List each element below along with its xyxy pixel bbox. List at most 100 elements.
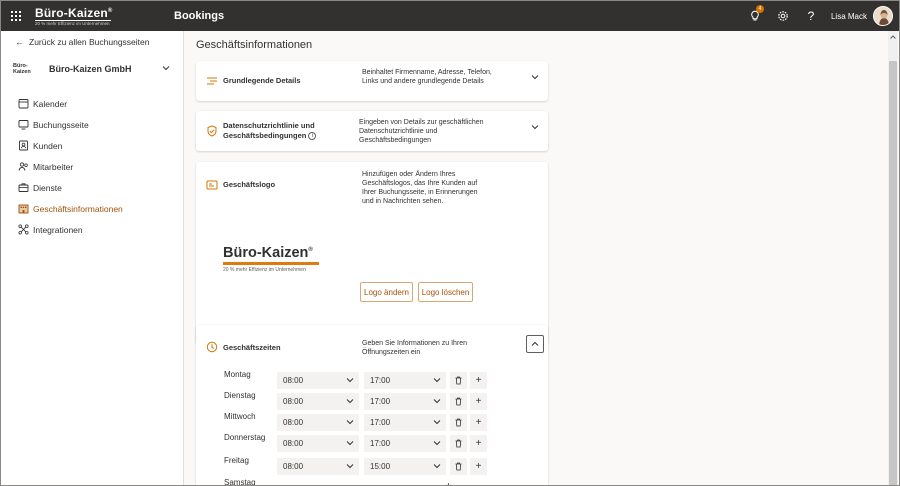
sidebar-item-geschaeftsinformationen[interactable]: Geschäftsinformationen bbox=[1, 198, 184, 219]
notifications-button[interactable]: 4 bbox=[741, 1, 769, 31]
start-time-value: 08:00 bbox=[283, 376, 304, 385]
delete-hours-button[interactable] bbox=[450, 372, 467, 389]
plus-icon: + bbox=[475, 461, 482, 472]
start-time-value: 08:00 bbox=[283, 418, 304, 427]
chevron-up-icon bbox=[531, 341, 539, 346]
logo-preview-name: Büro-Kaizen bbox=[223, 244, 309, 261]
chevron-down-icon bbox=[346, 399, 354, 404]
chevron-down-icon[interactable] bbox=[530, 72, 540, 82]
business-hours-card: Geschäftszeiten Geben Sie Informationen … bbox=[196, 325, 548, 486]
settings-button[interactable] bbox=[769, 1, 797, 31]
end-time-dropdown[interactable]: 17:00 bbox=[364, 414, 446, 431]
card-description: Geben Sie Informationen zu Ihren Öffnung… bbox=[362, 340, 468, 356]
start-time-value: 08:00 bbox=[283, 462, 304, 471]
end-time-dropdown[interactable]: 17:00 bbox=[364, 393, 446, 410]
delete-logo-button[interactable]: Logo löschen bbox=[418, 282, 473, 302]
add-hours-button[interactable]: + bbox=[470, 458, 487, 475]
end-time-value: 15:00 bbox=[370, 462, 391, 471]
trash-icon bbox=[455, 397, 462, 406]
end-time-dropdown[interactable]: 15:00 bbox=[364, 458, 446, 475]
sidebar-item-kalender[interactable]: Kalender bbox=[1, 93, 184, 114]
basic-details-card[interactable]: Grundlegende Details Beinhaltet Firmenna… bbox=[196, 61, 548, 101]
add-hours-button[interactable]: + bbox=[470, 435, 487, 452]
trash-icon bbox=[455, 462, 462, 471]
brand-name: Büro-Kaizen bbox=[35, 6, 108, 20]
end-time-value: 17:00 bbox=[370, 397, 391, 406]
start-time-dropdown[interactable]: 08:00 bbox=[277, 435, 359, 452]
scrollbar-thumb[interactable] bbox=[889, 61, 897, 485]
hours-row-freitag: Freitag 08:00 15:00 + bbox=[224, 456, 544, 475]
scroll-up-arrow-icon[interactable] bbox=[889, 33, 897, 41]
plus-icon: + bbox=[475, 417, 482, 428]
card-title: Geschäftszeiten bbox=[223, 343, 281, 352]
chevron-down-icon bbox=[346, 464, 354, 469]
privacy-terms-card[interactable]: Datenschutzrichtlinie und Geschäftsbedin… bbox=[196, 111, 548, 151]
logo-preview-tagline: 20 % mehr Effizienz im Unternehmen bbox=[223, 266, 306, 273]
business-logo-preview: Büro-Kaizen® 20 % mehr Effizienz im Unte… bbox=[223, 242, 333, 273]
plus-icon: + bbox=[475, 375, 482, 386]
card-description: Hinzufügen oder Ändern Ihres Geschäftslo… bbox=[362, 171, 478, 205]
end-time-value: 17:00 bbox=[370, 439, 391, 448]
add-hours-button[interactable]: + bbox=[440, 478, 457, 485]
plus-icon: + bbox=[475, 396, 482, 407]
page-scrollbar[interactable] bbox=[888, 31, 898, 485]
sidebar-item-dienste[interactable]: Dienste bbox=[1, 177, 184, 198]
chevron-down-icon[interactable] bbox=[530, 122, 540, 132]
user-photo-icon bbox=[874, 7, 892, 25]
add-hours-button[interactable]: + bbox=[470, 372, 487, 389]
add-hours-button[interactable]: + bbox=[470, 393, 487, 410]
card-title: Datenschutzrichtlinie und Geschäftsbedin… bbox=[223, 121, 323, 141]
sidebar-item-buchungsseite[interactable]: Buchungsseite bbox=[1, 114, 184, 135]
avatar[interactable] bbox=[873, 6, 893, 26]
plus-icon: + bbox=[446, 481, 452, 485]
start-time-value: 08:00 bbox=[283, 397, 304, 406]
day-label: Dienstag bbox=[224, 391, 256, 400]
delete-hours-button[interactable] bbox=[450, 393, 467, 410]
business-name: Büro-Kaizen GmbH bbox=[49, 64, 132, 74]
privacy-title-text: Datenschutzrichtlinie und Geschäftsbedin… bbox=[223, 121, 315, 140]
delete-hours-button[interactable] bbox=[450, 435, 467, 452]
business-selector[interactable]: Büro-Kaizen Büro-Kaizen GmbH bbox=[13, 62, 171, 76]
delete-hours-button[interactable] bbox=[450, 458, 467, 475]
back-arrow-icon: ← bbox=[15, 37, 24, 47]
building-icon bbox=[17, 203, 29, 215]
delete-hours-button[interactable] bbox=[450, 414, 467, 431]
hours-row-donnerstag: Donnerstag 08:00 17:00 + bbox=[224, 433, 544, 452]
sidebar-item-label: Buchungsseite bbox=[33, 119, 89, 130]
sidebar-item-label: Kunden bbox=[33, 140, 63, 151]
help-button[interactable]: ? bbox=[797, 1, 825, 31]
trash-icon bbox=[455, 439, 462, 448]
app-launcher-button[interactable] bbox=[1, 1, 31, 31]
chevron-down-icon bbox=[161, 63, 171, 75]
help-icon: ? bbox=[807, 9, 815, 23]
start-time-dropdown[interactable]: 08:00 bbox=[277, 372, 359, 389]
main-content: Geschäftsinformationen Grundlegende Deta… bbox=[184, 31, 889, 486]
contact-card-icon bbox=[17, 140, 29, 152]
sidebar-item-mitarbeiter[interactable]: Mitarbeiter bbox=[1, 156, 184, 177]
day-label: Donnerstag bbox=[224, 433, 266, 442]
change-logo-button[interactable]: Logo ändern bbox=[360, 282, 413, 302]
card-description: Beinhaltet Firmenname, Adresse, Telefon,… bbox=[362, 69, 492, 85]
start-time-value: 08:00 bbox=[283, 439, 304, 448]
hours-row-samstag: Samstag + bbox=[224, 478, 544, 486]
start-time-dropdown[interactable]: 08:00 bbox=[277, 414, 359, 431]
sidebar-item-kunden[interactable]: Kunden bbox=[1, 135, 184, 156]
collapse-hours-button[interactable] bbox=[526, 335, 544, 353]
business-logo-text: Büro-Kaizen bbox=[13, 63, 31, 75]
end-time-value: 17:00 bbox=[370, 376, 391, 385]
add-hours-button[interactable]: + bbox=[470, 414, 487, 431]
info-icon[interactable]: i bbox=[308, 132, 317, 141]
top-bar: Büro-Kaizen® 20 % mehr Effizienz im Unte… bbox=[1, 1, 899, 31]
sidebar-item-integrationen[interactable]: Integrationen bbox=[1, 219, 184, 240]
back-to-booking-pages-link[interactable]: ← Zurück zu allen Buchungsseiten bbox=[15, 37, 150, 47]
end-time-dropdown[interactable]: 17:00 bbox=[364, 435, 446, 452]
end-time-dropdown[interactable]: 17:00 bbox=[364, 372, 446, 389]
briefcase-icon bbox=[17, 182, 29, 194]
start-time-dropdown[interactable]: 08:00 bbox=[277, 458, 359, 475]
start-time-dropdown[interactable]: 08:00 bbox=[277, 393, 359, 410]
chevron-down-icon bbox=[433, 420, 441, 425]
chevron-down-icon bbox=[433, 399, 441, 404]
hours-row-mittwoch: Mittwoch 08:00 17:00 + bbox=[224, 412, 544, 431]
day-label: Samstag bbox=[224, 478, 256, 486]
chevron-down-icon bbox=[433, 378, 441, 383]
